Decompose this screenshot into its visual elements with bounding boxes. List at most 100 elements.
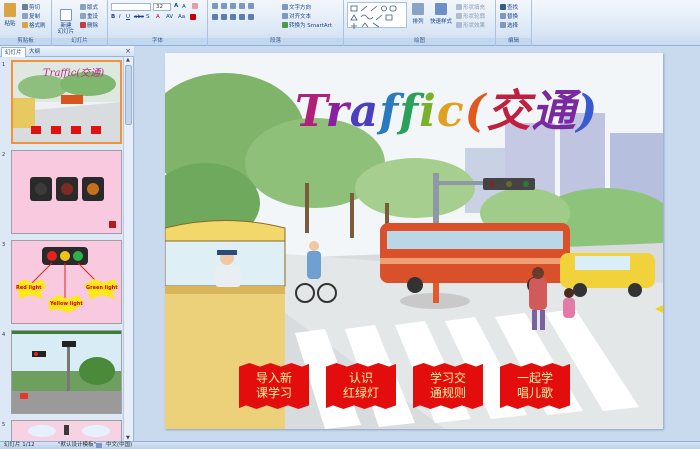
copy-button[interactable]: 复制	[22, 12, 40, 20]
intro-lesson-button[interactable]: 导入新 课学习	[239, 363, 309, 409]
pane-tabs: 幻灯片 大纲 ×	[0, 46, 134, 57]
tab-outline[interactable]: 大纲	[26, 47, 43, 57]
slide-thumbnail-2[interactable]	[11, 150, 122, 234]
learn-traffic-lights-button[interactable]: 认识 红绿灯	[326, 363, 396, 409]
shape-fill-button[interactable]: 形状填充	[456, 3, 485, 11]
new-slide-button[interactable]: 新建 幻灯片	[55, 3, 77, 41]
tab-slides[interactable]: 幻灯片	[1, 47, 26, 57]
title-letter: 通	[531, 86, 577, 137]
align-right-button[interactable]	[230, 14, 236, 20]
editing-label: 编辑	[496, 38, 531, 45]
font-color-icon	[190, 14, 196, 20]
cut-button[interactable]: 剪切	[22, 3, 40, 11]
quick-styles-button[interactable]: 快速样式	[428, 3, 454, 25]
increase-indent-button[interactable]	[239, 3, 245, 9]
yellow-light-label: Yellow light	[50, 301, 83, 307]
title-letter: a	[349, 86, 380, 137]
strikethrough-button[interactable]: abc	[134, 14, 144, 20]
font-group: 32 A A B I U abc S A AV Aa 字体	[108, 0, 208, 46]
cursor-icon	[500, 22, 506, 28]
smartart-icon	[282, 22, 288, 28]
shadow-button[interactable]: S	[146, 14, 150, 20]
align-left-icon	[212, 14, 218, 20]
sing-song-button[interactable]: 一起学 唱儿歌	[500, 363, 570, 409]
convert-smartart-button[interactable]: 转换为 SmartArt	[282, 21, 332, 29]
layout-button[interactable]: 版式	[80, 3, 98, 11]
title-letter: f	[379, 86, 400, 137]
shape-outline-button[interactable]: 形状轮廓	[456, 12, 485, 20]
bold-button[interactable]: B	[111, 14, 115, 20]
green-light-label: Green light	[86, 285, 118, 291]
select-button[interactable]: 选择	[500, 21, 518, 29]
traffic-rules-button[interactable]: 学习交 通规则	[413, 363, 483, 409]
slide-canvas[interactable]: Traffic(交通) 导入新 课学习 认识 红绿灯 学习交 通规则 一起学 唱…	[165, 53, 663, 429]
find-button[interactable]: 查找	[500, 3, 518, 11]
text-direction-icon	[282, 4, 288, 10]
shapes-gallery-icons	[350, 5, 397, 29]
new-slide-icon	[60, 9, 72, 21]
numbering-button[interactable]	[221, 3, 227, 9]
scroll-up-icon[interactable]: ▲	[126, 57, 130, 63]
title-letter: r	[325, 86, 350, 137]
thumbnail-number: 4	[2, 332, 6, 338]
font-size-field[interactable]: 32	[153, 3, 171, 11]
slide-thumbnail-3[interactable]: Red light Yellow light Green light	[11, 240, 122, 324]
shapes-gallery[interactable]	[347, 2, 407, 29]
decrease-indent-button[interactable]	[230, 3, 236, 9]
font-color-button[interactable]: A	[156, 14, 160, 20]
align-center-button[interactable]	[221, 14, 227, 20]
layout-icon	[80, 4, 86, 10]
slide-thumbnail-1[interactable]: Traffic(交通)	[11, 60, 122, 144]
spellcheck-icon[interactable]	[96, 443, 102, 448]
slides-pane: 幻灯片 大纲 × 1 Traffic(交通) 2 3 Red light Yel…	[0, 46, 134, 441]
grow-font-button[interactable]: A	[174, 3, 178, 9]
italic-button[interactable]: I	[119, 14, 121, 20]
underline-button[interactable]: U	[126, 14, 130, 20]
close-pane-icon[interactable]: ×	[125, 47, 131, 55]
align-left-button[interactable]	[212, 14, 218, 20]
delete-icon	[80, 22, 86, 28]
clear-format-button[interactable]	[192, 3, 198, 9]
bullets-button[interactable]	[212, 3, 218, 9]
title-letter: T	[295, 86, 326, 137]
align-text-icon	[282, 13, 288, 19]
title-letter: )	[576, 86, 599, 137]
char-spacing-button[interactable]: AV	[166, 14, 173, 20]
shape-effects-button[interactable]: 形状效果	[456, 21, 485, 29]
line-spacing-button[interactable]	[248, 3, 254, 9]
arrange-button[interactable]: 排列	[410, 3, 426, 25]
thumbnail-scrollbar[interactable]: ▲ ▼	[123, 57, 133, 441]
change-case-button[interactable]: Aa	[178, 14, 185, 20]
slide-thumbnail-4[interactable]	[11, 330, 122, 414]
red-light-label: Red light	[16, 285, 42, 291]
language-indicator[interactable]: 中文(中国)	[106, 442, 132, 449]
title-letter: f	[399, 86, 420, 137]
delete-slide-button[interactable]: 删除	[80, 21, 98, 29]
font-name-field[interactable]	[111, 3, 151, 11]
font-color-icon-button[interactable]	[190, 14, 196, 20]
paste-icon	[4, 3, 16, 17]
columns-button[interactable]	[248, 14, 254, 20]
justify-button[interactable]	[239, 14, 245, 20]
binoculars-icon	[500, 4, 506, 10]
paste-button[interactable]: 粘贴	[2, 3, 18, 27]
replace-button[interactable]: 替换	[500, 12, 518, 20]
slide-title[interactable]: Traffic(交通)	[295, 75, 598, 139]
reset-button[interactable]: 重设	[80, 12, 98, 20]
ribbon: 粘贴 剪切 复制 格式刷 剪贴板 新建 幻灯片 版式 重设 删除 幻灯片 32 …	[0, 0, 700, 46]
columns-icon	[248, 14, 254, 20]
copy-icon	[22, 13, 28, 19]
arrange-icon	[412, 3, 424, 15]
format-painter-button[interactable]: 格式刷	[22, 21, 46, 29]
slide-thumbnail-5[interactable]	[11, 420, 122, 441]
editing-group: 查找 替换 选择 编辑	[496, 0, 532, 46]
drawing-label: 绘图	[344, 38, 495, 45]
clipboard-label: 剪贴板	[0, 38, 51, 45]
scrollbar-thumb[interactable]	[125, 65, 132, 125]
text-direction-button[interactable]: 文字方向	[282, 3, 311, 11]
numbering-icon	[221, 3, 227, 9]
paragraph-group: 文字方向 对齐文本 转换为 SmartArt 段落	[208, 0, 344, 46]
shrink-font-button[interactable]: A	[182, 4, 186, 10]
align-text-button[interactable]: 对齐文本	[282, 12, 311, 20]
font-label: 字体	[108, 38, 207, 45]
